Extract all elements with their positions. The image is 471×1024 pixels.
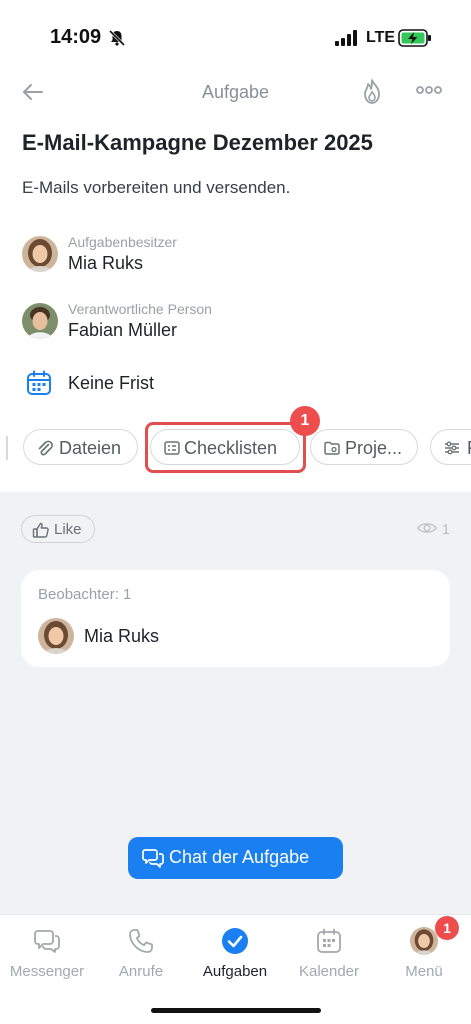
deadline-row[interactable]: Keine Frist (22, 368, 222, 398)
tab-calls[interactable]: Anrufe (94, 915, 188, 995)
calendar-icon (27, 370, 51, 395)
check-circle-icon (222, 928, 248, 954)
observer-name: Mia Ruks (84, 626, 160, 646)
task-title: E-Mail-Kampagne Dezember 2025 (22, 130, 373, 155)
tab-messenger[interactable]: Messenger (0, 915, 94, 995)
observers-heading: Beobachter: 1 (38, 586, 132, 603)
thumbs-up-icon (32, 522, 49, 538)
task-chat-button[interactable]: Chat der Aufgabe (128, 837, 343, 879)
status-time: 14:09 (50, 26, 102, 48)
filter-icon (445, 441, 459, 455)
task-responsible[interactable]: Verantwortliche Person Fabian Müller (22, 301, 322, 345)
folder-icon (324, 441, 340, 455)
tab-calendar-label: Kalender (298, 963, 360, 980)
chat-bubbles-icon (34, 930, 60, 953)
eye-icon (417, 523, 437, 533)
view-count: 1 (442, 521, 450, 537)
chat-bubbles-icon (142, 849, 164, 868)
menu-notification-badge: 1 (435, 916, 459, 940)
owner-name: Mia Ruks (68, 253, 144, 273)
chip-files-label: Dateien (59, 438, 122, 458)
checklists-highlight-frame (145, 422, 306, 473)
network-type: LTE (366, 29, 396, 46)
chip-scroll-edge (6, 436, 8, 460)
avatar (38, 618, 74, 654)
chip-project[interactable]: Proje... (310, 429, 418, 465)
phone-icon (129, 929, 153, 953)
nav-header: Aufgabe (0, 70, 471, 114)
battery-charging-icon (398, 29, 431, 47)
avatar (22, 236, 58, 272)
chip-project-label: Proje... (345, 438, 403, 458)
responsible-role-label: Verantwortliche Person (68, 301, 212, 317)
page-title: Aufgabe (201, 82, 270, 102)
step-badge: 1 (290, 406, 320, 436)
task-owner[interactable]: Aufgabenbesitzer Mia Ruks (22, 234, 322, 278)
owner-role-label: Aufgabenbesitzer (68, 234, 177, 250)
task-description: E-Mails vorbereiten und versenden. (22, 178, 291, 197)
signal-icon (335, 30, 357, 46)
calendar-icon (317, 928, 341, 953)
chip-more[interactable]: F (430, 429, 471, 465)
chip-more-label: F (467, 438, 471, 459)
observers-card[interactable]: Beobachter: 1 Mia Ruks (21, 570, 450, 667)
tab-menu-label: Menü (405, 963, 443, 980)
tab-tasks[interactable]: Aufgaben (188, 915, 282, 995)
more-options-icon[interactable] (416, 84, 442, 96)
avatar (22, 303, 58, 339)
task-chat-label: Chat der Aufgabe (169, 847, 310, 867)
like-label: Like (54, 521, 82, 538)
chip-files[interactable]: Dateien (23, 429, 138, 465)
like-button[interactable]: Like (21, 515, 95, 543)
avatar (410, 927, 438, 955)
tab-calls-label: Anrufe (118, 963, 164, 980)
view-counter: 1 (417, 520, 450, 541)
home-indicator (151, 1008, 321, 1013)
tab-calendar[interactable]: Kalender (282, 915, 376, 995)
tab-messenger-label: Messenger (9, 963, 85, 980)
paperclip-icon (38, 440, 53, 456)
deadline-text: Keine Frist (68, 373, 155, 393)
bell-off-icon (108, 29, 126, 47)
flame-icon[interactable] (361, 78, 383, 106)
status-bar: 14:09 LTE (0, 0, 471, 70)
responsible-name: Fabian Müller (68, 320, 178, 340)
tab-tasks-label: Aufgaben (202, 963, 268, 980)
